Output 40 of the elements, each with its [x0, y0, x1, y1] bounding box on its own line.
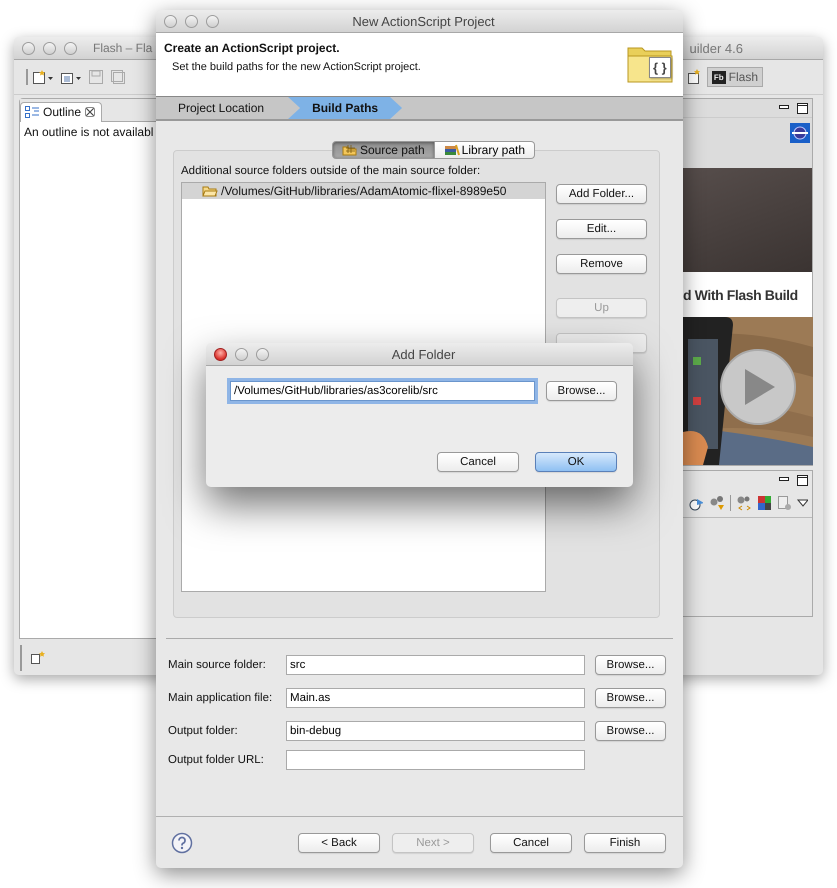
window-title: New ActionScript Project	[351, 14, 496, 28]
tab-label: Outline	[43, 105, 82, 119]
folder-path-field[interactable]: /Volumes/GitHub/libraries/as3corelib/src	[230, 381, 535, 401]
window-title: Flash – Fla	[93, 41, 152, 55]
input-field[interactable]: Main.as	[286, 688, 585, 708]
app-logo-icon: Fb	[712, 70, 726, 84]
input-field[interactable]: src	[286, 655, 585, 675]
browse-button[interactable]: Browse...	[595, 655, 666, 675]
footer-button[interactable]: < Back	[298, 832, 380, 852]
browse-button[interactable]: Browse...	[595, 688, 666, 708]
list-label: Additional source folders outside of the main source folder:	[181, 165, 482, 177]
footer-button[interactable]: Finish	[584, 832, 666, 852]
field-label: Main source folder:	[168, 659, 267, 671]
folder-list-item[interactable]: /Volumes/GitHub/libraries/AdamAtomic-flixel-8989e50	[182, 183, 545, 199]
code-badge: { }	[649, 57, 671, 78]
field-label: Output folder URL:	[168, 754, 265, 766]
field-label: Main application file:	[168, 692, 274, 704]
dialog-button[interactable]: OK	[535, 452, 617, 472]
outline-message: An outline is not availabl	[23, 124, 154, 141]
page-description: Set the build paths for the new ActionScript project.	[171, 61, 421, 73]
dialog-button[interactable]: Cancel	[437, 452, 519, 472]
perspective-button[interactable]: Fb Flash	[706, 67, 763, 87]
page-title: Create an ActionScript project.	[164, 41, 341, 55]
wizard-step[interactable]: Project Location	[156, 97, 288, 119]
welcome-heading: d With Flash Build	[683, 286, 798, 302]
field-label: Output folder:	[168, 725, 239, 737]
window-title: Add Folder	[390, 346, 456, 362]
outline-tab[interactable]: Outline	[20, 102, 102, 122]
side-button[interactable]: Remove	[556, 254, 647, 274]
folder-path: /Volumes/GitHub/libraries/AdamAtomic-flixel-8989e50	[221, 184, 506, 198]
side-button[interactable]: Add Folder...	[556, 184, 647, 204]
wizard-step[interactable]: Build Paths	[288, 97, 402, 119]
tab[interactable]: Source path	[332, 141, 435, 159]
input-field[interactable]: bin-debug	[286, 721, 585, 741]
browse-button[interactable]: Browse...	[595, 721, 666, 741]
browse-button[interactable]: Browse...	[546, 381, 617, 401]
window-title: uilder 4.6	[690, 40, 743, 56]
side-button[interactable]: Edit...	[556, 219, 647, 239]
tab[interactable]: Library path	[434, 141, 536, 159]
footer-button[interactable]: Cancel	[490, 832, 572, 852]
